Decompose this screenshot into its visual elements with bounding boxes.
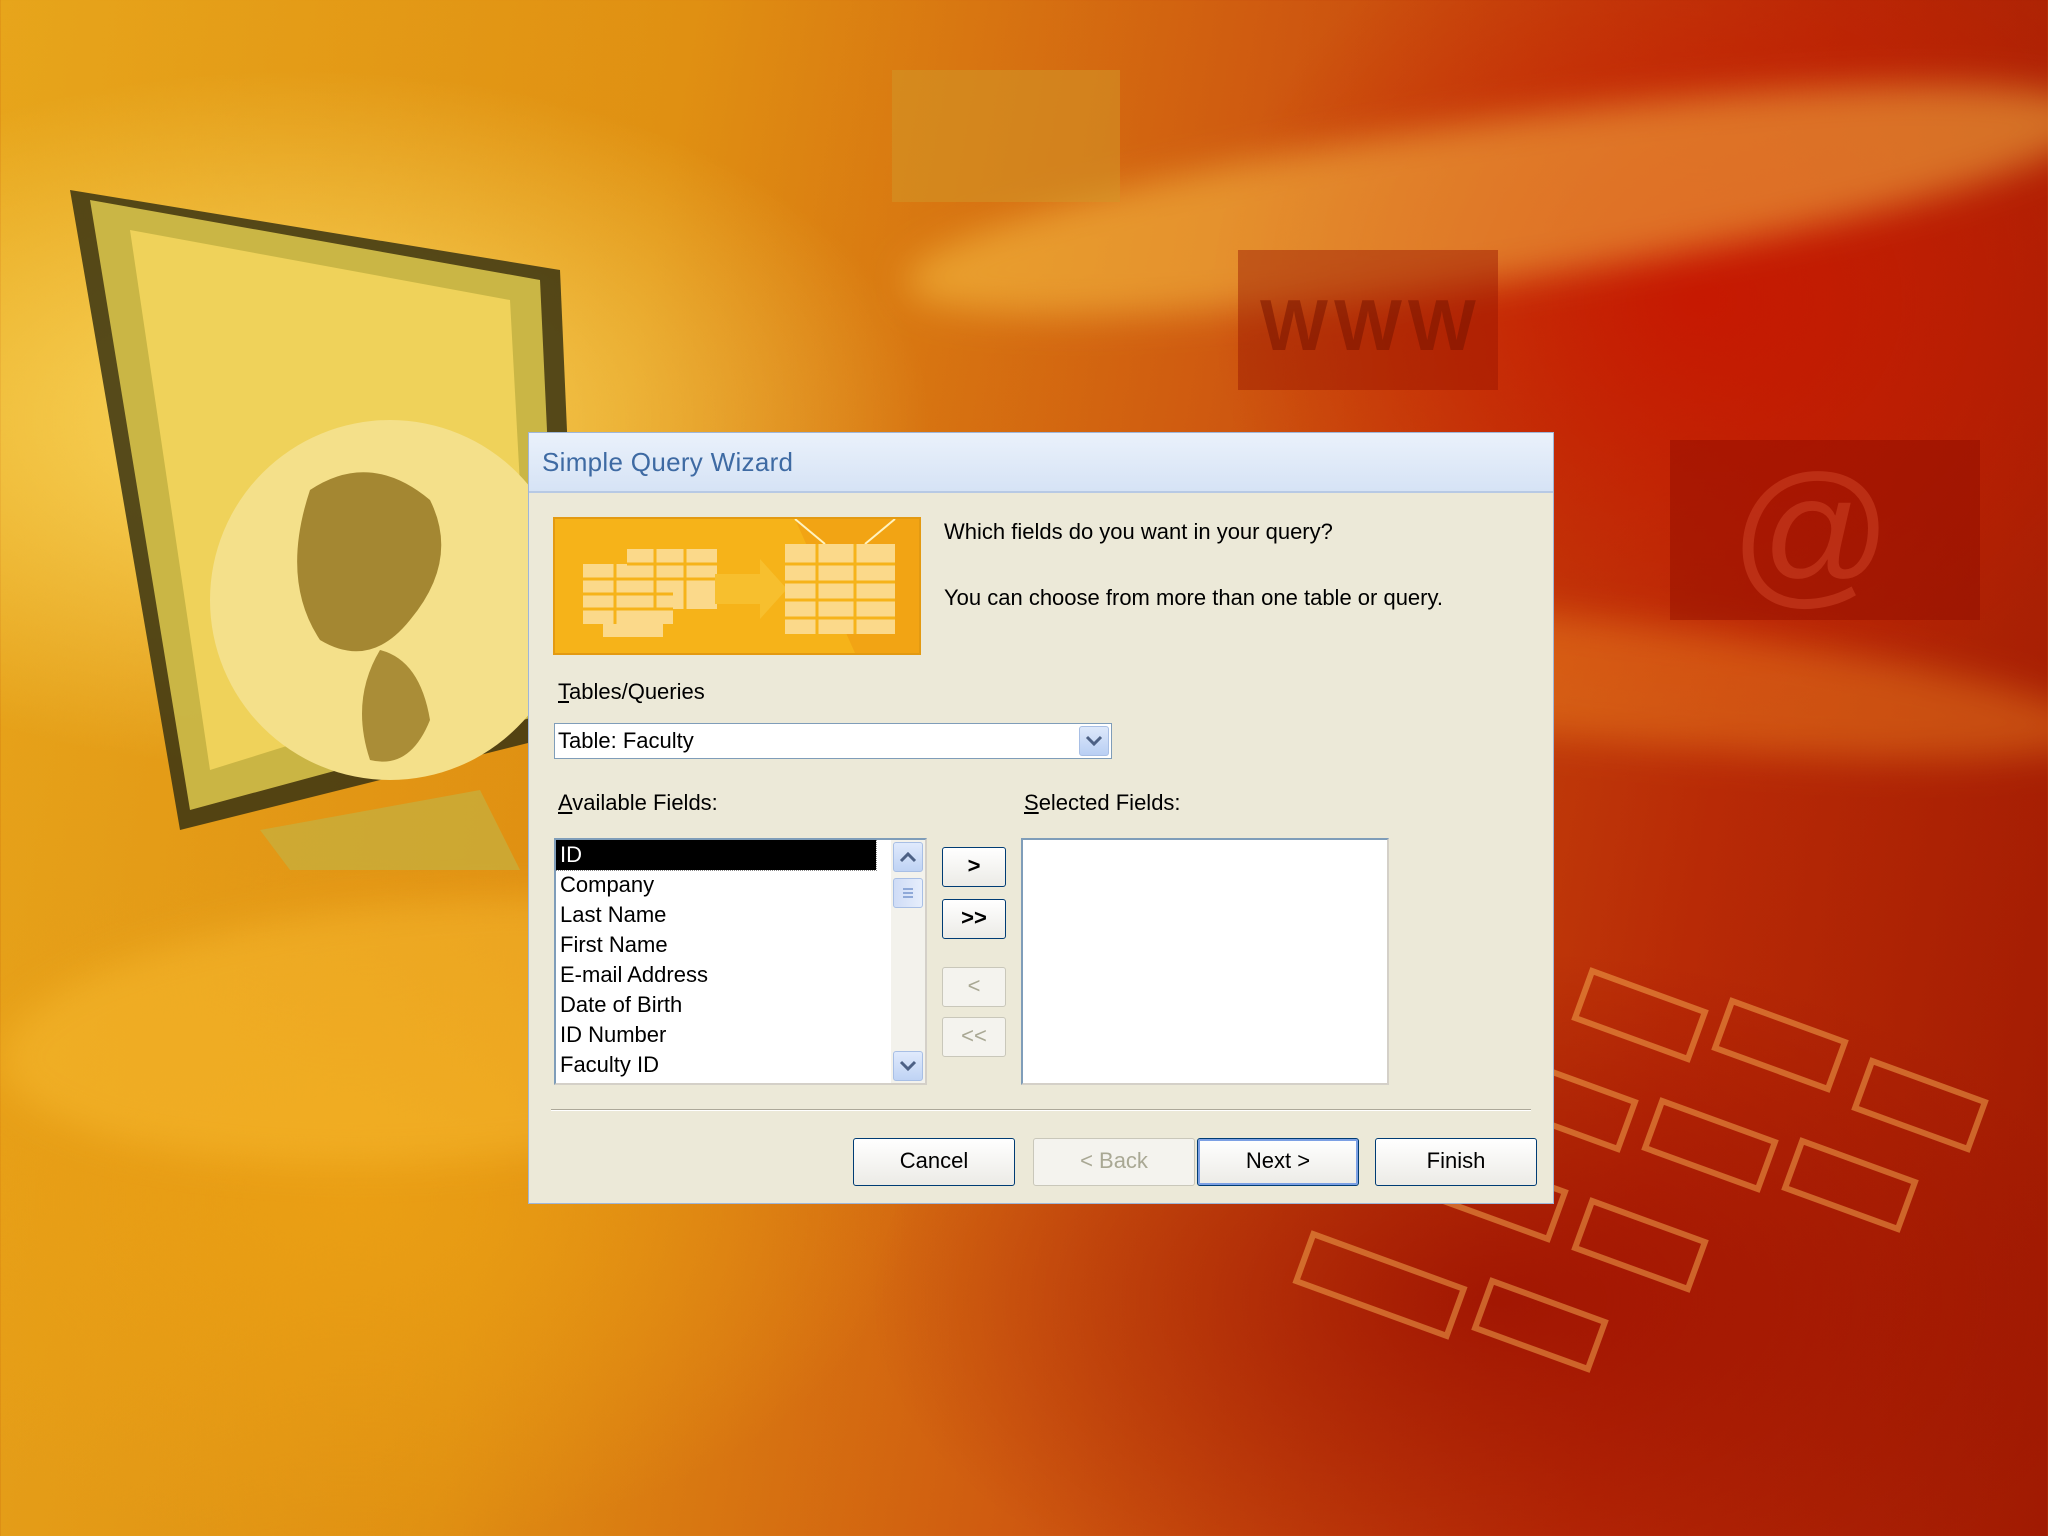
chevron-down-icon	[899, 1060, 917, 1072]
remove-all-fields-button[interactable]: <<	[942, 1017, 1006, 1057]
vertical-scrollbar[interactable]	[891, 840, 925, 1083]
selected-fields-list[interactable]	[1021, 838, 1389, 1085]
top-image-tile	[892, 70, 1120, 202]
finish-button[interactable]: Finish	[1375, 1138, 1537, 1186]
title-bar[interactable]: Simple Query Wizard	[529, 433, 1553, 493]
selected-table-value: Table: Faculty	[558, 728, 694, 753]
next-button[interactable]: Next >	[1197, 1138, 1359, 1186]
dialog-title: Simple Query Wizard	[542, 446, 794, 477]
wizard-illustration	[553, 517, 921, 655]
at-sign-text: @	[1730, 442, 1893, 621]
list-item[interactable]: Faculty ID	[556, 1050, 925, 1080]
table-to-table-icon	[583, 519, 919, 653]
list-item[interactable]: E-mail Address	[556, 960, 925, 990]
chevron-down-icon	[1085, 735, 1103, 747]
question-text: Which fields do you want in your query?	[944, 519, 1333, 544]
list-item[interactable]: ID Number	[556, 1020, 925, 1050]
grip-icon	[903, 888, 913, 898]
list-item[interactable]: Date of Birth	[556, 990, 925, 1020]
cancel-button[interactable]: Cancel	[853, 1138, 1015, 1186]
chevron-up-icon	[899, 851, 917, 863]
list-item[interactable]: Company	[556, 870, 925, 900]
available-fields-list[interactable]: ID Company Last Name First Name E-mail A…	[554, 838, 927, 1085]
scroll-down-button[interactable]	[893, 1051, 923, 1081]
list-item[interactable]: ID	[556, 840, 877, 871]
remove-field-button[interactable]: <	[942, 967, 1006, 1007]
tables-queries-label: Tables/Queries	[558, 679, 705, 704]
simple-query-wizard-dialog: Simple Query Wizard Which fields do you …	[528, 432, 1554, 1204]
monitor-globe-image	[70, 190, 580, 870]
www-text: WWW	[1260, 286, 1482, 366]
selected-fields-label: Selected Fields:	[1024, 790, 1181, 815]
dropdown-button[interactable]	[1079, 726, 1109, 756]
list-item[interactable]: First Name	[556, 930, 925, 960]
add-all-fields-button[interactable]: >>	[942, 899, 1006, 939]
tables-queries-select[interactable]: Table: Faculty	[554, 723, 1112, 759]
list-item[interactable]: Last Name	[556, 900, 925, 930]
divider	[551, 1109, 1531, 1111]
hint-text: You can choose from more than one table …	[944, 585, 1443, 610]
available-fields-label: Available Fields:	[558, 790, 718, 815]
scroll-thumb[interactable]	[893, 878, 923, 908]
scroll-up-button[interactable]	[893, 842, 923, 872]
back-button[interactable]: < Back	[1033, 1138, 1195, 1186]
add-field-button[interactable]: >	[942, 847, 1006, 887]
